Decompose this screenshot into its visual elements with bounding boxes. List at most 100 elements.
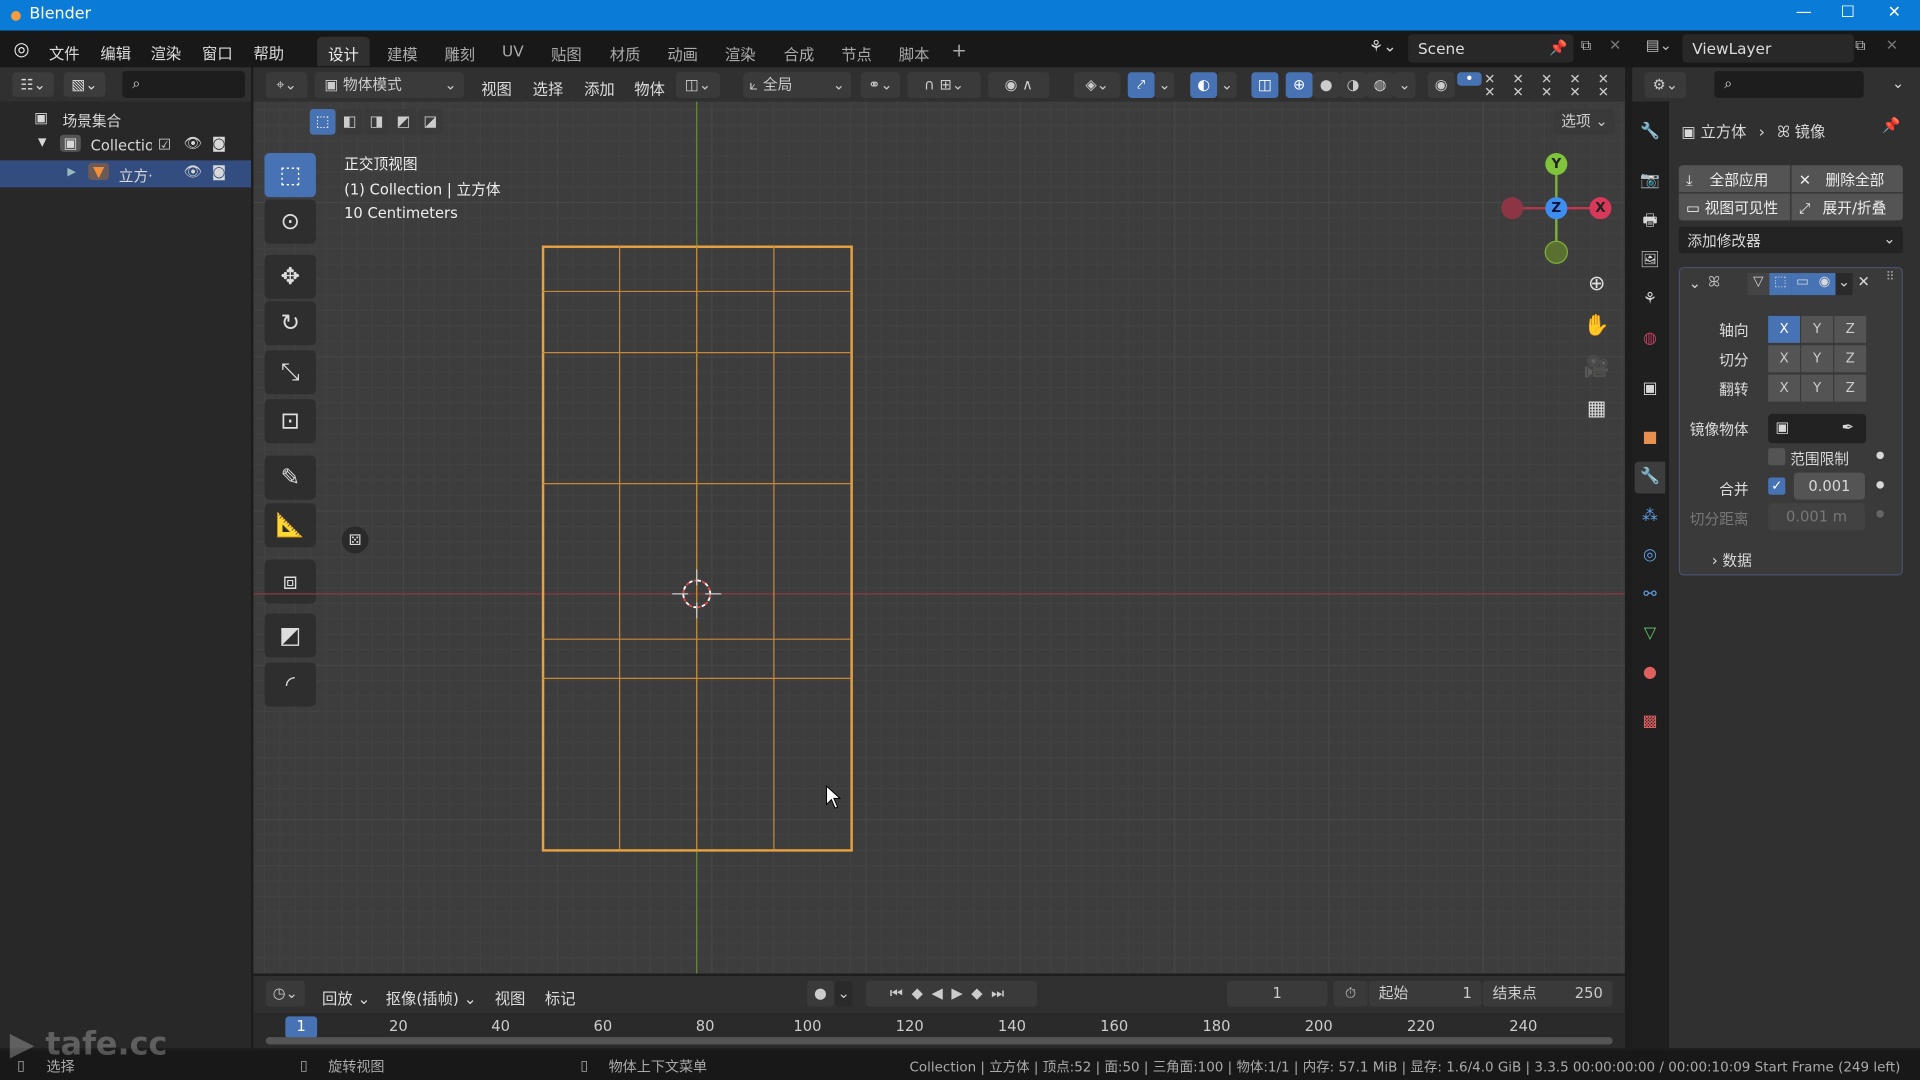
menu-edit[interactable]: 编辑 bbox=[100, 40, 131, 63]
tool-tab-icon[interactable]: 🔧 bbox=[1635, 116, 1666, 148]
edit-mode-toggle-icon[interactable]: ▽ bbox=[1747, 273, 1770, 296]
merge-checkbox[interactable]: ✓ bbox=[1768, 477, 1786, 495]
modifier-tab-icon[interactable]: 🔧 bbox=[1634, 461, 1666, 494]
tab-compositing[interactable]: 合成 bbox=[773, 37, 826, 66]
add-modifier-dropdown[interactable]: 添加修改器 ⌄ bbox=[1678, 226, 1903, 254]
expand-arrow-icon[interactable]: ▼ bbox=[38, 137, 46, 149]
remove-view-layer-icon[interactable]: ✕ bbox=[1886, 37, 1898, 54]
camera-icon[interactable]: ◙ bbox=[212, 163, 226, 180]
bisect-x-toggle[interactable]: X bbox=[1768, 345, 1801, 373]
animate-dot-icon[interactable]: ● bbox=[1876, 479, 1885, 490]
menu-render[interactable]: 渲染 bbox=[151, 40, 182, 63]
outliner-row-collection[interactable]: ▼ ▣ Collectior ☑ 👁 ◙ bbox=[0, 132, 251, 159]
gizmo-z-axis[interactable]: Z bbox=[1545, 197, 1568, 220]
physics-tab-icon[interactable]: ◎ bbox=[1635, 540, 1666, 572]
editor-type-icon[interactable]: ☷⌄ bbox=[12, 72, 54, 97]
menu-file[interactable]: 文件 bbox=[49, 40, 80, 63]
close-button[interactable]: ✕ bbox=[1876, 4, 1913, 22]
axis-z-toggle[interactable]: Z bbox=[1834, 315, 1867, 343]
tab-sculpting[interactable]: 雕刻 bbox=[433, 37, 486, 66]
world-tab-icon[interactable]: ◍ bbox=[1635, 323, 1666, 355]
keying-menu[interactable]: 抠像(插帧) ⌄ bbox=[386, 986, 477, 1009]
new-scene-icon[interactable]: ⧉ bbox=[1581, 37, 1592, 55]
marker-menu[interactable]: 标记 bbox=[545, 986, 576, 1009]
apply-all-button[interactable]: ⤓ 全部应用 bbox=[1678, 165, 1791, 193]
on-cage-toggle-icon[interactable]: ⬚ bbox=[1769, 273, 1792, 296]
render-toggle-icon[interactable]: ◉ bbox=[1813, 273, 1836, 296]
end-frame-field[interactable]: 结束点 250 bbox=[1482, 980, 1613, 1007]
viewport-toggle-icon[interactable]: ▭ bbox=[1791, 273, 1814, 296]
flip-z-toggle[interactable]: Z bbox=[1834, 374, 1867, 402]
minimize-button[interactable]: — bbox=[1785, 4, 1822, 22]
keying-dropdown-icon[interactable]: ⌄ bbox=[835, 980, 853, 1007]
auto-keying-icon[interactable]: ● bbox=[806, 980, 834, 1007]
remove-modifier-icon[interactable]: ✕ bbox=[1858, 273, 1870, 290]
remove-scene-icon[interactable]: ✕ bbox=[1609, 37, 1621, 54]
tab-rendering[interactable]: 渲染 bbox=[714, 37, 767, 66]
exclude-checkbox[interactable]: ☑ bbox=[158, 136, 171, 153]
collection-tab-icon[interactable]: ▣ bbox=[1635, 373, 1666, 405]
particles-tab-icon[interactable]: ⁂ bbox=[1635, 501, 1666, 533]
bisect-z-toggle[interactable]: Z bbox=[1834, 345, 1867, 373]
bisect-y-toggle[interactable]: Y bbox=[1801, 345, 1834, 373]
axis-x-toggle[interactable]: X bbox=[1768, 315, 1801, 343]
display-mode-icon[interactable]: ▧⌄ bbox=[63, 72, 106, 97]
tab-uv[interactable]: UV bbox=[491, 37, 535, 66]
tab-scripting[interactable]: 脚本 bbox=[888, 37, 941, 66]
zoom-icon[interactable]: ⊕ bbox=[1580, 267, 1614, 301]
data-tab-icon[interactable]: ▽ bbox=[1635, 618, 1666, 650]
merge-distance-field[interactable]: 0.001 bbox=[1793, 472, 1865, 500]
editor-type-icon[interactable]: ⚙⌄ bbox=[1644, 72, 1687, 98]
menu-window[interactable]: 窗口 bbox=[202, 40, 233, 63]
eye-icon[interactable]: 👁 bbox=[184, 135, 203, 152]
expand-arrow-icon[interactable]: ▶ bbox=[67, 167, 75, 179]
clipping-checkbox[interactable] bbox=[1768, 448, 1786, 466]
viewport-visibility-button[interactable]: ▭ 视图可见性 bbox=[1678, 193, 1791, 221]
animate-dot-icon[interactable]: ● bbox=[1876, 449, 1885, 460]
texture-tab-icon[interactable]: ▩ bbox=[1635, 707, 1666, 739]
add-workspace-button[interactable]: + bbox=[940, 34, 977, 63]
eye-icon[interactable]: 👁 bbox=[184, 163, 203, 180]
timeline-scrollbar[interactable] bbox=[265, 1037, 1613, 1045]
delete-all-button[interactable]: ✕ 删除全部 bbox=[1791, 165, 1903, 193]
view-layer-icon[interactable]: ▤⌄ bbox=[1646, 37, 1672, 54]
view-layer-tab-icon[interactable]: 🖼 bbox=[1635, 245, 1666, 277]
current-frame-field[interactable]: 1 bbox=[1226, 980, 1328, 1007]
tab-animation[interactable]: 动画 bbox=[656, 37, 709, 66]
output-tab-icon[interactable]: 🖶 bbox=[1635, 206, 1666, 238]
axis-y-toggle[interactable]: Y bbox=[1801, 315, 1834, 343]
material-tab-icon[interactable]: ● bbox=[1635, 658, 1666, 690]
flip-x-toggle[interactable]: X bbox=[1768, 374, 1801, 402]
collapse-arrow-icon[interactable]: ⌄ bbox=[1689, 274, 1701, 291]
gizmo-y-axis[interactable]: Y bbox=[1545, 153, 1568, 176]
tab-layout[interactable]: 设计 bbox=[317, 36, 370, 67]
camera-view-icon[interactable]: 🎥 bbox=[1580, 350, 1614, 384]
scene-tab-icon[interactable]: ⚘ bbox=[1635, 284, 1666, 316]
pan-hand-icon[interactable]: ✋ bbox=[1580, 309, 1614, 343]
new-view-layer-icon[interactable]: ⧉ bbox=[1855, 37, 1866, 55]
menu-help[interactable]: 帮助 bbox=[253, 40, 284, 63]
properties-options-icon[interactable]: ⌄ bbox=[1892, 75, 1904, 92]
drag-handle-icon[interactable]: ⠿ bbox=[1886, 271, 1895, 284]
eyedropper-icon[interactable]: ✒ bbox=[1842, 419, 1854, 436]
stopwatch-icon[interactable]: ⏱ bbox=[1333, 980, 1368, 1007]
data-section-toggle[interactable]: › 数据 bbox=[1712, 550, 1752, 571]
scene-selector-icon[interactable]: ⚘⌄ bbox=[1369, 38, 1397, 56]
pin-icon[interactable]: 📌 bbox=[1549, 39, 1567, 56]
render-tab-icon[interactable]: 📷 bbox=[1635, 165, 1666, 197]
mirror-object-field[interactable]: ▣ ✒ bbox=[1768, 413, 1867, 444]
playback-menu[interactable]: 回放 ⌄ bbox=[322, 986, 370, 1009]
tab-shading[interactable]: 材质 bbox=[599, 37, 652, 66]
object-tab-icon[interactable]: ■ bbox=[1635, 422, 1666, 454]
tab-modeling[interactable]: 建模 bbox=[376, 37, 429, 66]
flip-y-toggle[interactable]: Y bbox=[1801, 374, 1834, 402]
3d-viewport[interactable]: ⌖⌄ ▣ 物体模式 ⌄ 视图 选择 添加 物体 ◫⌄ ⟀ 全局 ⌄ ⚭⌄ ∩ ⊞⌄ … bbox=[253, 67, 1625, 974]
perspective-toggle-icon[interactable]: ▦ bbox=[1580, 392, 1614, 426]
maximize-button[interactable]: ☐ bbox=[1829, 4, 1866, 22]
outliner-row-cube[interactable]: ▶ ▼ 立方· 👁 ◙ bbox=[0, 160, 252, 188]
tab-texture-paint[interactable]: 贴图 bbox=[540, 37, 593, 66]
start-frame-field[interactable]: 起始 1 bbox=[1368, 980, 1482, 1007]
bisect-distance-field[interactable]: 0.001 m bbox=[1768, 503, 1865, 531]
view-menu[interactable]: 视图 bbox=[495, 986, 526, 1009]
playback-controls[interactable]: ⏮◆◀▶◆⏭ bbox=[865, 980, 1038, 1007]
